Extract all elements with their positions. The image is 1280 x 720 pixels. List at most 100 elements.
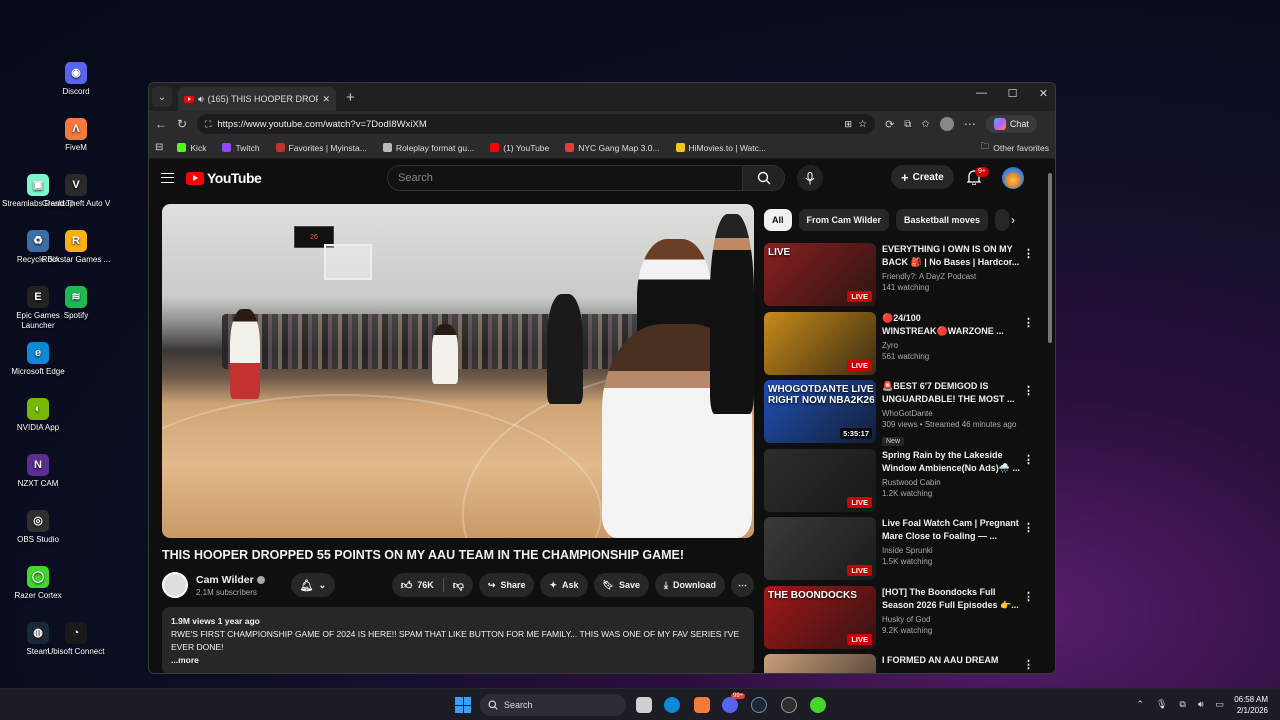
discord-taskbar-icon[interactable] xyxy=(722,697,738,713)
favorite-item[interactable]: NYC Gang Map 3.0... xyxy=(565,143,660,153)
extensions-icon[interactable]: ⟳ xyxy=(885,118,894,131)
chip-partial[interactable] xyxy=(995,209,1009,231)
recommendation-channel[interactable]: Zyro xyxy=(882,340,1020,351)
chevron-up-icon[interactable]: ⌃ xyxy=(1136,699,1144,710)
video-thumbnail[interactable]: LIVE xyxy=(764,517,876,580)
desktop-icon-microsoft-edge[interactable]: e Microsoft Edge xyxy=(0,342,76,377)
collections-icon[interactable]: ⊟ xyxy=(155,142,163,153)
split-screen-icon[interactable]: ⧉ xyxy=(904,119,911,130)
desktop-icon-fivem[interactable]: Λ FiveM xyxy=(38,118,114,153)
more-options-icon[interactable]: ⋮ xyxy=(1023,521,1034,534)
battery-icon[interactable]: ▭ xyxy=(1215,699,1224,710)
chevron-right-icon[interactable]: › xyxy=(1011,213,1015,227)
more-options-icon[interactable]: ⋮ xyxy=(1023,658,1034,671)
close-tab-icon[interactable]: ✕ xyxy=(322,94,330,105)
desktop-icon-obs-studio[interactable]: ◎ OBS Studio xyxy=(0,510,76,545)
description-box[interactable]: 1.9M views 1 year ago RWE'S FIRST CHAMPI… xyxy=(162,607,754,673)
more-options-icon[interactable]: ⋮ xyxy=(1023,247,1034,260)
video-thumbnail[interactable]: WHOGOTDANTE LIVE RIGHT NOW NBA2K26 5:35:1… xyxy=(764,380,876,443)
network-icon[interactable]: ⧉ xyxy=(1179,699,1185,710)
close-window-button[interactable]: ✕ xyxy=(1038,87,1049,100)
create-button[interactable]: + Create xyxy=(891,165,954,189)
taskbar-search[interactable]: Search xyxy=(480,694,626,716)
search-button[interactable] xyxy=(743,165,785,191)
recommendation-item[interactable]: WHOGOTDANTE LIVE RIGHT NOW NBA2K26 5:35:1… xyxy=(764,380,1044,449)
tab-list-button[interactable]: ⌄ xyxy=(152,87,172,107)
more-menu-icon[interactable]: ⋯ xyxy=(964,117,976,131)
apps-icon[interactable]: ⊞ xyxy=(845,119,853,130)
recommendation-title[interactable]: 🚨BEST 6'7 DEMIGOD IS UNGUARDABLE! THE MO… xyxy=(882,380,1020,406)
edge-taskbar-icon[interactable] xyxy=(664,697,680,713)
desktop-icon-spotify[interactable]: ≋ Spotify xyxy=(38,286,114,321)
download-button[interactable]: ⤓ Download xyxy=(655,573,725,597)
favorite-item[interactable]: Kick xyxy=(177,143,206,153)
subscribed-notifications-button[interactable]: 🔔︎ ⌄ xyxy=(290,573,336,597)
favorite-item[interactable]: Roleplay format gu... xyxy=(382,143,474,153)
ask-button[interactable]: ✦ Ask xyxy=(540,573,588,597)
like-button[interactable]: 👍︎ 76K 👎︎ xyxy=(391,573,473,597)
recommendation-title[interactable]: 🔴24/100 WINSTREAK🔴WARZONE ... xyxy=(882,312,1020,338)
thumbs-down-icon[interactable]: 👎︎ xyxy=(453,579,464,592)
chip-basketball-moves[interactable]: Basketball moves xyxy=(895,209,988,231)
desktop-icon-razer-cortex[interactable]: ◯ Razer Cortex xyxy=(0,566,76,601)
recommendation-channel[interactable]: Friendly?: A DayZ Podcast xyxy=(882,271,1020,282)
search-input[interactable]: Search xyxy=(387,165,743,191)
video-thumbnail[interactable]: LIVE LIVE xyxy=(764,243,876,306)
refresh-button[interactable]: ↻ xyxy=(177,117,187,131)
chip-from-cam-wilder[interactable]: From Cam Wilder xyxy=(798,209,889,231)
favorite-item[interactable]: (1) YouTube xyxy=(490,143,549,153)
video-thumbnail[interactable]: THE BOONDOCKS LIVE xyxy=(764,585,876,649)
volume-icon[interactable]: 🔊︎ xyxy=(1198,699,1204,710)
recommendation-channel[interactable]: WhoGotDante xyxy=(882,408,1020,419)
desktop-icon-rockstar-games[interactable]: R Rockstar Games ... xyxy=(38,230,114,265)
site-info-icon[interactable]: ⛶ xyxy=(205,119,211,130)
recommendation-item[interactable]: LIVE LIVE EVERYTHING I OWN IS ON MY BACK 🎒… xyxy=(764,243,1044,312)
maximize-button[interactable]: ☐ xyxy=(1007,87,1018,100)
fivem-taskbar-icon[interactable] xyxy=(694,697,710,713)
chip-all[interactable]: All xyxy=(764,209,792,231)
tab-youtube[interactable]: 🔊︎ (165) THIS HOOPER DROPPED 5 ✕ xyxy=(178,87,336,111)
start-button[interactable] xyxy=(455,697,471,713)
system-clock[interactable]: 06:58 AM 2/1/2026 xyxy=(1234,694,1268,716)
razer-taskbar-icon[interactable] xyxy=(810,697,826,713)
video-player[interactable]: 26 xyxy=(162,204,754,538)
more-options-icon[interactable]: ⋮ xyxy=(1023,453,1034,466)
recommendation-channel[interactable]: Rustwood Cabin xyxy=(882,477,1020,488)
recommendation-channel[interactable]: Husky of God xyxy=(882,614,1020,625)
recommendation-item[interactable]: THE BOONDOCKS LIVE [HOT] The Boondocks Ful… xyxy=(764,585,1044,655)
voice-search-button[interactable] xyxy=(797,165,823,191)
profile-avatar[interactable] xyxy=(939,117,954,131)
youtube-logo[interactable]: YouTube xyxy=(186,170,262,186)
copilot-chat-button[interactable]: Chat xyxy=(985,115,1037,133)
desktop-icon-ubisoft-connect[interactable]: ◔ Ubisoft Connect xyxy=(38,622,114,657)
new-tab-button[interactable]: + xyxy=(346,89,355,106)
favorite-item[interactable]: HiMovies.to | Watc... xyxy=(675,143,766,153)
back-button[interactable]: ← xyxy=(155,117,167,131)
url-field[interactable]: ⛶ https://www.youtube.com/watch?v=7DodI8… xyxy=(197,114,876,134)
minimize-button[interactable]: — xyxy=(976,87,987,100)
video-thumbnail[interactable]: LIVE xyxy=(764,311,876,375)
recommendation-channel[interactable]: Inside Sprunki xyxy=(882,545,1020,556)
favorite-star-icon[interactable]: ☆ xyxy=(858,119,867,130)
recommendation-title[interactable]: [HOT] The Boondocks Full Season 2026 Ful… xyxy=(882,586,1020,612)
show-more-link[interactable]: ...more xyxy=(171,654,745,667)
share-button[interactable]: ↪ Share xyxy=(478,573,535,597)
account-avatar[interactable] xyxy=(1002,167,1024,189)
recommendation-title[interactable]: Live Foal Watch Cam | Pregnant Mare Clos… xyxy=(882,517,1020,543)
recommendation-title[interactable]: EVERYTHING I OWN IS ON MY BACK 🎒 | No Ba… xyxy=(882,243,1020,269)
recommendation-item[interactable]: LIVE Live Foal Watch Cam | Pregnant Mare … xyxy=(764,517,1044,586)
more-options-icon[interactable]: ⋮ xyxy=(1023,316,1034,329)
more-options-icon[interactable]: ⋮ xyxy=(1023,384,1034,397)
favorite-item[interactable]: Favorites | Myinsta... xyxy=(275,143,367,153)
more-actions-button[interactable]: ⋯ xyxy=(731,573,754,597)
recommendation-title[interactable]: I FORMED AN AAU DREAM xyxy=(882,654,1020,667)
desktop-icon-discord[interactable]: ◉ Discord xyxy=(38,62,114,97)
more-options-icon[interactable]: ⋮ xyxy=(1023,590,1034,603)
channel-avatar[interactable] xyxy=(162,572,188,598)
favorites-icon[interactable]: ✩ xyxy=(921,119,929,130)
favorite-item[interactable]: Twitch xyxy=(222,143,260,153)
video-thumbnail[interactable] xyxy=(764,654,876,673)
recommendation-title[interactable]: Spring Rain by the Lakeside Window Ambie… xyxy=(882,449,1020,475)
menu-icon[interactable] xyxy=(161,173,174,183)
desktop-icon-nzxt-cam[interactable]: N NZXT CAM xyxy=(0,454,76,489)
